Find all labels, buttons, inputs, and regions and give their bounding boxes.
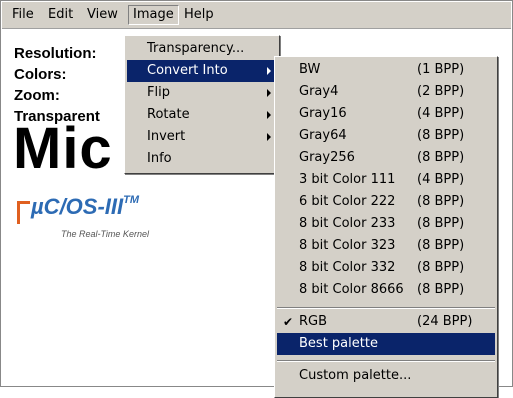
zoom-label: Zoom: <box>14 87 60 104</box>
submenu-arrow-icon <box>267 89 271 97</box>
trademark-mark: TM <box>123 194 140 206</box>
submenu-item-8bit-color-233[interactable]: 8 bit Color 233 (8 BPP) <box>277 213 495 235</box>
resolution-label: Resolution: <box>14 45 97 62</box>
ucos-product-name: µC/OS-III <box>31 194 124 219</box>
checkmark-icon: ✔ <box>283 315 294 329</box>
ucos-tagline: The Real-Time Kernel <box>61 229 149 239</box>
submenu-item-label: 8 bit Color 332 <box>299 260 396 275</box>
submenu-item-label: Gray256 <box>299 150 355 165</box>
menu-item-label: Transparency... <box>147 41 245 56</box>
submenu-item-gray256[interactable]: Gray256 (8 BPP) <box>277 147 495 169</box>
menu-item-label: Info <box>147 151 172 166</box>
menu-item-label: Flip <box>147 85 170 100</box>
menu-item-flip[interactable]: Flip <box>127 82 277 104</box>
submenu-item-gray64[interactable]: Gray64 (8 BPP) <box>277 125 495 147</box>
bpp-label: (8 BPP) <box>417 282 465 297</box>
image-menu: Transparency... Convert Into Flip Rotate… <box>124 35 280 174</box>
app-window: File Edit View Image Help Resolution: Co… <box>0 0 513 398</box>
submenu-item-label: Gray4 <box>299 84 339 99</box>
menu-view[interactable]: View <box>83 6 122 24</box>
menu-item-rotate[interactable]: Rotate <box>127 104 277 126</box>
submenu-item-label: Best palette <box>299 336 378 351</box>
micrium-logo-text: Mic <box>13 116 113 181</box>
bpp-label: (8 BPP) <box>417 150 465 165</box>
submenu-item-rgb[interactable]: ✔ RGB (24 BPP) <box>277 311 495 333</box>
bracket-icon <box>17 201 30 224</box>
bpp-label: (8 BPP) <box>417 216 465 231</box>
submenu-item-label: 3 bit Color 111 <box>299 172 396 187</box>
submenu-item-label: Gray16 <box>299 106 347 121</box>
submenu-item-label: Gray64 <box>299 128 347 143</box>
menu-bar: File Edit View Image Help <box>2 2 511 29</box>
colors-label: Colors: <box>14 66 67 83</box>
submenu-arrow-icon <box>267 67 271 75</box>
menu-item-transparency[interactable]: Transparency... <box>127 38 277 60</box>
submenu-item-gray16[interactable]: Gray16 (4 BPP) <box>277 103 495 125</box>
bpp-label: (8 BPP) <box>417 238 465 253</box>
bpp-label: (2 BPP) <box>417 84 465 99</box>
submenu-item-best-palette[interactable]: Best palette <box>277 333 495 355</box>
menu-edit[interactable]: Edit <box>44 6 77 24</box>
submenu-item-label: RGB <box>299 314 328 329</box>
menu-separator <box>277 307 495 309</box>
submenu-item-label: 8 bit Color 8666 <box>299 282 404 297</box>
menu-item-label: Rotate <box>147 107 190 122</box>
bpp-label: (1 BPP) <box>417 62 465 77</box>
menu-file[interactable]: File <box>8 6 38 24</box>
menu-item-label: Invert <box>147 129 186 144</box>
submenu-item-label: 8 bit Color 233 <box>299 216 396 231</box>
submenu-item-custom-palette[interactable]: Custom palette... <box>277 365 495 387</box>
submenu-item-6bit-color-222[interactable]: 6 bit Color 222 (8 BPP) <box>277 191 495 213</box>
bpp-label: (4 BPP) <box>417 172 465 187</box>
submenu-item-label: 6 bit Color 222 <box>299 194 396 209</box>
bpp-label: (8 BPP) <box>417 194 465 209</box>
menu-item-invert[interactable]: Invert <box>127 126 277 148</box>
menu-help[interactable]: Help <box>180 6 218 24</box>
submenu-item-gray4[interactable]: Gray4 (2 BPP) <box>277 81 495 103</box>
bpp-label: (4 BPP) <box>417 106 465 121</box>
menu-item-convert-into[interactable]: Convert Into <box>127 60 277 82</box>
convert-into-submenu: BW (1 BPP) Gray4 (2 BPP) Gray16 (4 BPP) … <box>274 56 498 398</box>
menu-item-label: Convert Into <box>147 63 228 78</box>
menu-separator <box>277 360 495 362</box>
submenu-item-label: Custom palette... <box>299 368 412 383</box>
submenu-item-label: BW <box>299 62 321 77</box>
ucos-logo: µC/OS-IIITM <box>31 194 139 220</box>
bpp-label: (24 BPP) <box>417 314 473 329</box>
bpp-label: (8 BPP) <box>417 128 465 143</box>
submenu-item-3bit-color-111[interactable]: 3 bit Color 111 (4 BPP) <box>277 169 495 191</box>
submenu-item-bw[interactable]: BW (1 BPP) <box>277 59 495 81</box>
menu-item-info[interactable]: Info <box>127 148 277 170</box>
submenu-item-8bit-color-8666[interactable]: 8 bit Color 8666 (8 BPP) <box>277 279 495 301</box>
submenu-item-8bit-color-332[interactable]: 8 bit Color 332 (8 BPP) <box>277 257 495 279</box>
bpp-label: (8 BPP) <box>417 260 465 275</box>
submenu-item-label: 8 bit Color 323 <box>299 238 396 253</box>
submenu-item-8bit-color-323[interactable]: 8 bit Color 323 (8 BPP) <box>277 235 495 257</box>
submenu-arrow-icon <box>267 133 271 141</box>
submenu-arrow-icon <box>267 111 271 119</box>
menu-image[interactable]: Image <box>128 5 179 25</box>
